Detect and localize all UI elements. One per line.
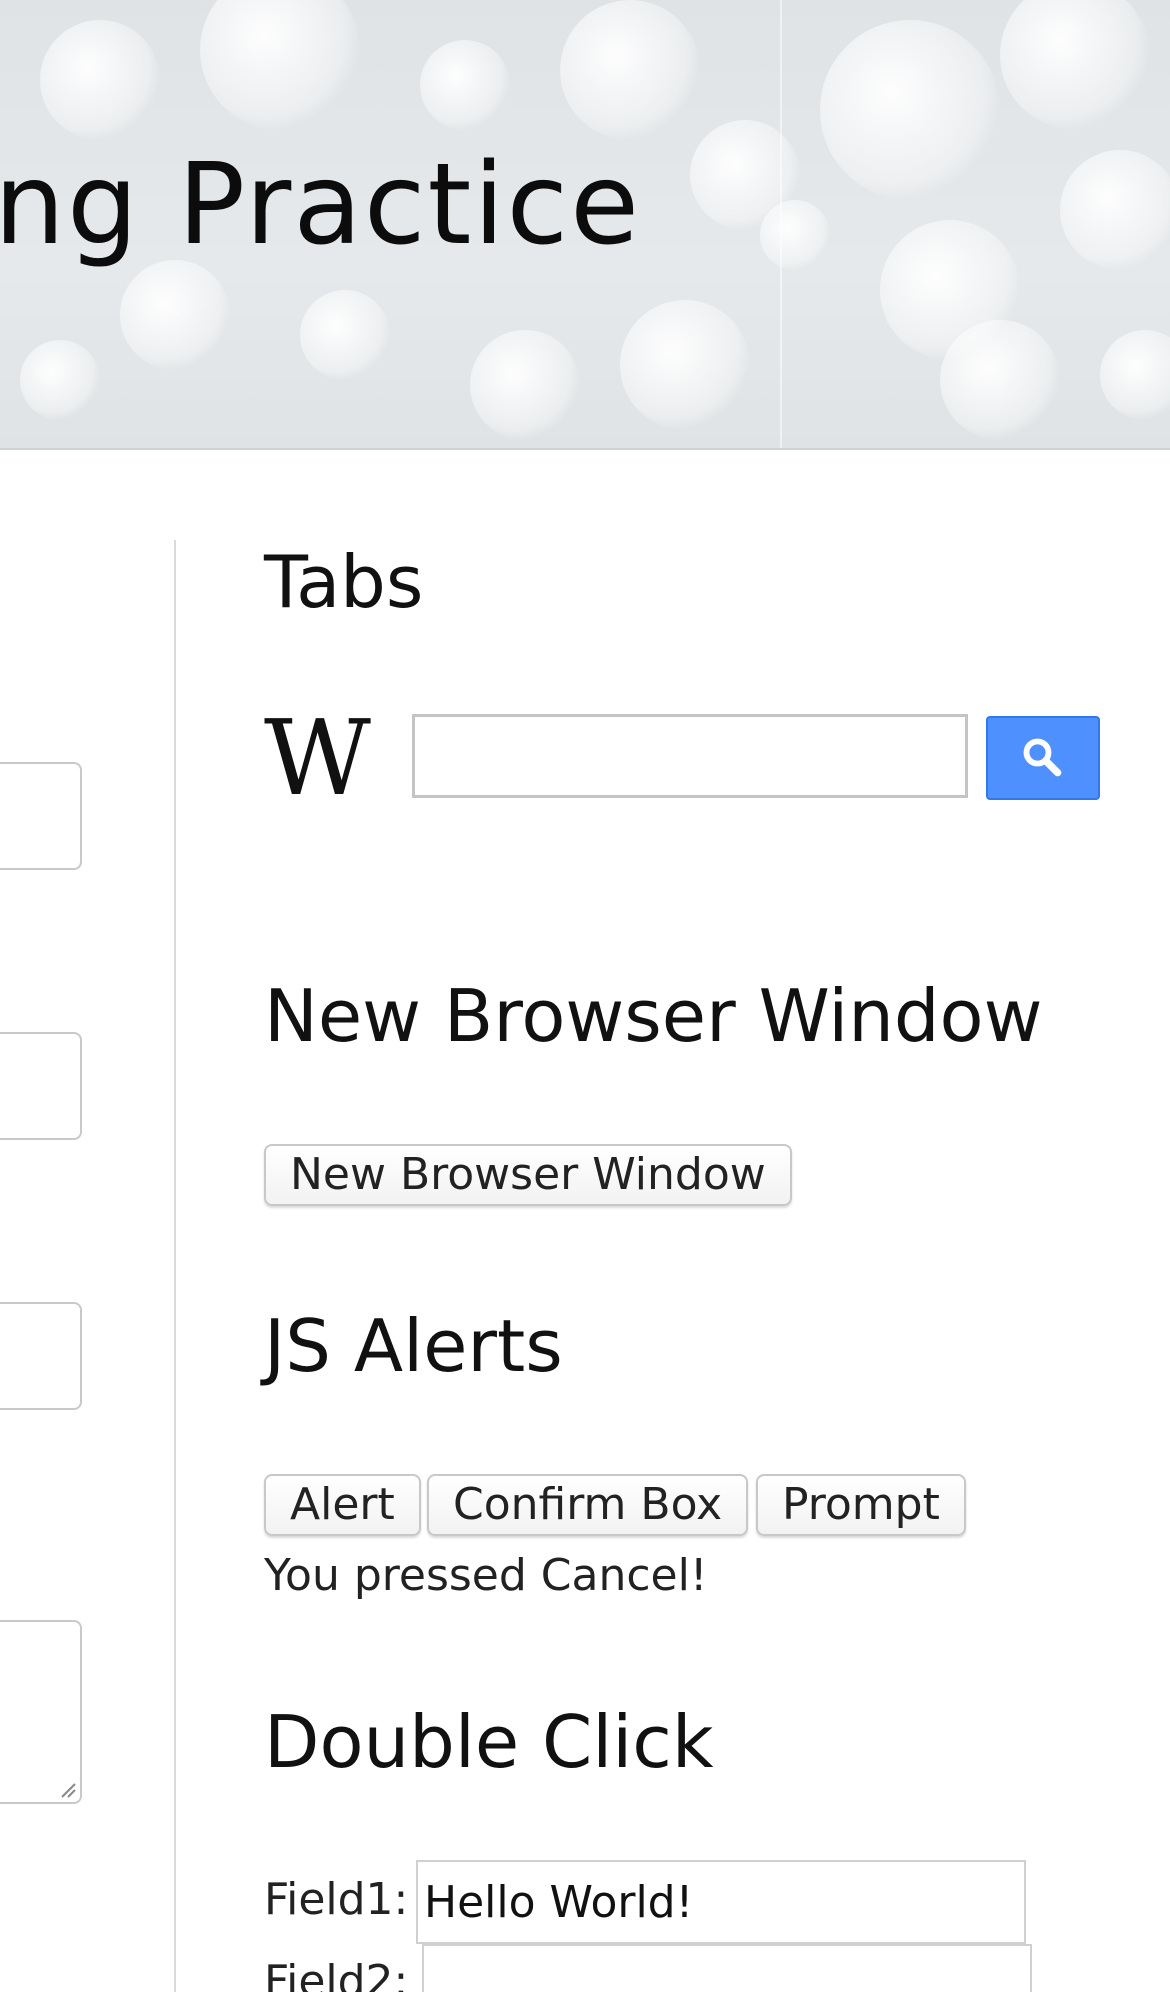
header-banner: ng Practice [0, 0, 1170, 450]
name-input[interactable] [0, 762, 82, 870]
page-title: ng Practice [0, 140, 642, 270]
field1-input[interactable] [416, 1860, 1026, 1944]
new-window-heading: New Browser Window [264, 974, 1043, 1058]
phone-input[interactable] [0, 1302, 82, 1410]
alert-button[interactable]: Alert [264, 1474, 421, 1536]
tabs-heading: Tabs [264, 540, 424, 624]
resize-handle-icon[interactable] [58, 1780, 76, 1798]
field2-label: Field2: [264, 1956, 409, 1992]
left-column [0, 448, 175, 1992]
page: ng Practice Tabs W New Browser Window Ne… [0, 0, 1170, 1992]
new-browser-window-button[interactable]: New Browser Window [264, 1144, 792, 1206]
confirm-box-button[interactable]: Confirm Box [427, 1474, 749, 1536]
double-click-heading: Double Click [264, 1700, 714, 1784]
magnifier-icon [1023, 738, 1062, 777]
email-input[interactable] [0, 1032, 82, 1140]
field2-input[interactable] [422, 1944, 1032, 1992]
wikipedia-search-button[interactable] [986, 716, 1100, 800]
wikipedia-search-input[interactable] [412, 714, 968, 798]
wikipedia-logo: W [264, 697, 371, 819]
alert-result-text: You pressed Cancel! [264, 1550, 708, 1601]
address-textarea[interactable] [0, 1620, 82, 1804]
column-divider [174, 540, 176, 1992]
prompt-button[interactable]: Prompt [756, 1474, 966, 1536]
js-alerts-heading: JS Alerts [264, 1304, 563, 1388]
field1-label: Field1: [264, 1874, 409, 1925]
